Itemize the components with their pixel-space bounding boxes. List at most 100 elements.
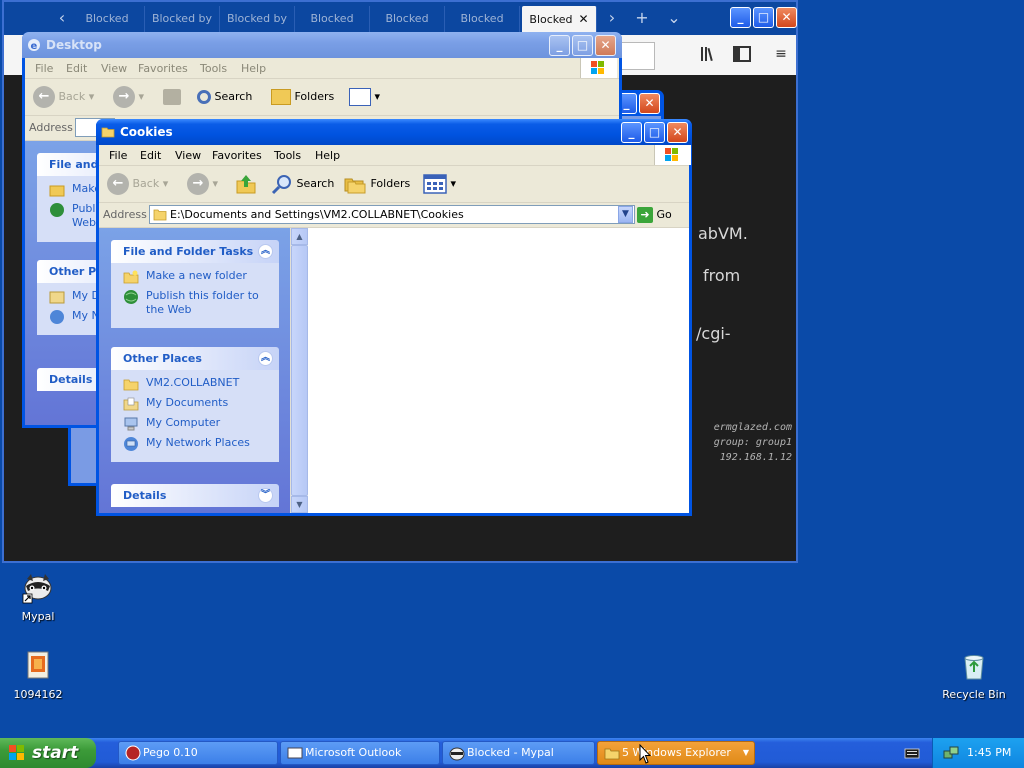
cookies-forward-button[interactable]: → ▾ <box>187 172 218 196</box>
cookies-task-pane: File and Folder Tasks ︽ Make a new folde… <box>99 228 290 513</box>
cookies-views-button[interactable]: ▾ <box>423 172 456 196</box>
clock[interactable]: 1:45 PM <box>967 738 1011 768</box>
close-tab-icon[interactable]: ✕ <box>579 12 589 26</box>
tab-list-icon[interactable]: ⌄ <box>664 8 684 27</box>
link-label-cont: the Web <box>146 303 192 316</box>
desktop-up-button[interactable] <box>163 85 181 109</box>
my-network-places-link[interactable]: My Network Places <box>123 436 279 456</box>
taskbar-item-windows-explorer[interactable]: 5 Windows Explorer ▼ <box>597 741 755 765</box>
scroll-down-icon[interactable]: ▼ <box>291 496 308 513</box>
collapse-chevron-icon[interactable]: ︽ <box>258 351 273 366</box>
tab-label: Blocked <box>310 12 354 25</box>
menu-view[interactable]: View <box>175 149 201 162</box>
up-folder-icon <box>163 89 181 105</box>
desktop-toolbar: ← Back ▾ → ▾ Search Folders ▾ <box>25 79 619 116</box>
back-label: Back <box>132 177 160 190</box>
scroll-up-icon[interactable]: ▲ <box>291 228 308 245</box>
my-documents-icon <box>123 397 139 411</box>
desktop-maximize-button[interactable]: □ <box>572 35 593 56</box>
network-tray-icon[interactable] <box>943 745 959 761</box>
browser-tab[interactable]: Blocked <box>295 6 370 32</box>
file-folder-tasks-header[interactable]: File and Folder Tasks ︽ <box>111 240 279 263</box>
browser-tab-active[interactable]: Blocked ✕ <box>522 6 597 32</box>
cookies-maximize-button[interactable]: □ <box>644 122 665 143</box>
new-tab-icon[interactable]: + <box>632 8 652 27</box>
expand-chevron-icon[interactable]: ︾ <box>258 488 273 503</box>
menu-tools[interactable]: Tools <box>274 149 301 162</box>
desktop-icon-mypal[interactable]: Mypal <box>0 570 76 623</box>
cookies-search-button[interactable]: Search <box>271 172 334 196</box>
keyboard-icon[interactable] <box>904 746 920 760</box>
my-computer-link[interactable]: My Computer <box>123 416 279 436</box>
cookies-back-button[interactable]: ← Back ▾ <box>107 172 168 196</box>
make-new-folder-link[interactable]: Make a new folder <box>123 269 279 289</box>
panel-title: Details <box>123 489 167 502</box>
cookies-minimize-button[interactable]: _ <box>621 122 642 143</box>
my-documents-link[interactable]: My Documents <box>123 396 279 416</box>
taskbar-item-mypal[interactable]: Blocked - Mypal <box>442 741 595 765</box>
page-text-fragment: from <box>703 266 741 285</box>
menu-edit[interactable]: Edit <box>140 149 161 162</box>
desktop-views-button[interactable]: ▾ <box>349 85 380 109</box>
go-button[interactable]: ➜ Go <box>637 206 672 223</box>
desktop-window-titlebar[interactable]: e Desktop _ □ ✕ <box>22 32 622 58</box>
vm2-collabnet-link[interactable]: VM2.COLLABNET <box>123 376 279 396</box>
link-label: My Documents <box>146 396 229 409</box>
taskbar-item-pego[interactable]: Pego 0.10 <box>118 741 278 765</box>
menu-hamburger-icon[interactable]: ≡ <box>770 46 792 64</box>
browser-tab[interactable]: Blocked by <box>220 6 295 32</box>
desktop-close-button[interactable]: ✕ <box>595 35 616 56</box>
browser-minimize-button[interactable]: _ <box>730 7 751 28</box>
desktop-search-button[interactable]: Search <box>197 85 252 109</box>
start-button[interactable]: start <box>0 738 96 768</box>
recycle-bin-icon <box>964 655 984 680</box>
browser-tab[interactable]: Blocked <box>370 6 445 32</box>
cookies-close-button[interactable]: ✕ <box>667 122 688 143</box>
cookies-folders-button[interactable]: Folders <box>343 172 410 196</box>
cookies-up-button[interactable] <box>235 172 257 196</box>
hidden-window-close-button[interactable]: ✕ <box>639 93 660 114</box>
details-header[interactable]: Details ︾ <box>111 484 279 507</box>
file-folder-tasks-panel: File and Folder Tasks ︽ Make a new folde… <box>111 240 279 328</box>
desktop-forward-button[interactable]: → ▾ <box>113 85 144 109</box>
browser-tab[interactable]: Blocked <box>445 6 520 32</box>
folders-label: Folders <box>294 90 335 103</box>
browser-maximize-button[interactable]: □ <box>753 7 774 28</box>
browser-tab[interactable]: Blocked <box>70 6 145 32</box>
details-panel: Details ︾ <box>111 484 279 507</box>
tab-scroll-left-icon[interactable]: ‹ <box>52 8 72 27</box>
menu-help[interactable]: Help <box>241 62 266 75</box>
taskbar-item-outlook[interactable]: Microsoft Outlook <box>280 741 440 765</box>
desktop-back-button[interactable]: ← Back ▾ <box>33 85 94 109</box>
browser-close-button[interactable]: ✕ <box>776 7 797 28</box>
my-computer-icon <box>124 417 138 431</box>
menu-file[interactable]: File <box>109 149 127 162</box>
sidebar-icon[interactable] <box>731 46 753 64</box>
desktop-icon-recycle-bin[interactable]: Recycle Bin <box>936 650 1012 701</box>
desktop-icon-1094162[interactable]: 1094162 <box>0 650 76 701</box>
menu-favorites[interactable]: Favorites <box>212 149 262 162</box>
desktop-folders-button[interactable]: Folders <box>271 85 334 109</box>
menu-edit[interactable]: Edit <box>66 62 87 75</box>
menu-favorites[interactable]: Favorites <box>138 62 188 75</box>
desktop-minimize-button[interactable]: _ <box>549 35 570 56</box>
task-pane-scrollbar[interactable]: ▲ ▼ <box>290 228 308 513</box>
library-icon[interactable] <box>698 46 720 64</box>
start-label: start <box>32 743 79 763</box>
search-label: Search <box>296 177 335 190</box>
publish-folder-link[interactable]: Publish this folder to the Web <box>123 289 279 322</box>
menu-help[interactable]: Help <box>315 149 340 162</box>
scroll-thumb[interactable] <box>291 245 308 496</box>
group-dropdown-icon[interactable]: ▼ <box>743 742 749 764</box>
cookies-address-field[interactable]: E:\Documents and Settings\VM2.COLLABNET\… <box>149 205 635 224</box>
cookies-window-titlebar[interactable]: Cookies _ □ ✕ <box>96 119 692 145</box>
menu-tools[interactable]: Tools <box>200 62 227 75</box>
other-places-header[interactable]: Other Places ︽ <box>111 347 279 370</box>
address-dropdown-icon[interactable]: ▼ <box>618 206 633 223</box>
menu-view[interactable]: View <box>101 62 127 75</box>
folder-contents-area[interactable] <box>308 228 689 513</box>
browser-tab[interactable]: Blocked by <box>145 6 220 32</box>
collapse-chevron-icon[interactable]: ︽ <box>258 244 273 259</box>
menu-file[interactable]: File <box>35 62 53 75</box>
tab-scroll-right-icon[interactable]: › <box>602 8 622 27</box>
